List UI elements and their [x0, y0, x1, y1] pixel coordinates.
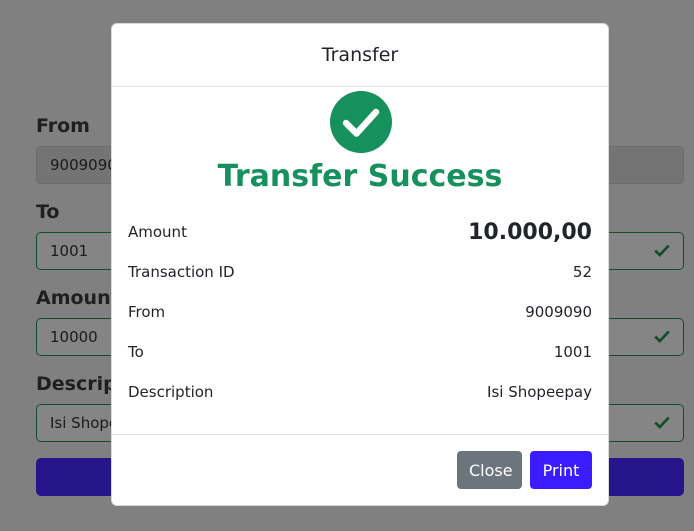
detail-row-description: Description Isi Shopeepay — [128, 380, 592, 404]
description-detail-label: Description — [128, 383, 214, 401]
print-button[interactable]: Print — [530, 451, 592, 489]
detail-row-amount: Amount 10.000,00 — [128, 219, 592, 245]
detail-row-transaction-id: Transaction ID 52 — [128, 260, 592, 284]
transaction-id-label: Transaction ID — [128, 263, 235, 281]
close-button[interactable]: Close — [457, 451, 522, 489]
description-detail-value: Isi Shopeepay — [487, 383, 592, 401]
detail-row-to: To 1001 — [128, 340, 592, 364]
amount-detail-value: 10.000,00 — [468, 219, 592, 245]
to-detail-value: 1001 — [553, 343, 592, 361]
amount-detail-label: Amount — [128, 223, 187, 241]
modal-body: Transfer Success Amount 10.000,00 Transa… — [112, 87, 608, 436]
from-detail-value: 9009090 — [525, 303, 592, 321]
transaction-id-value: 52 — [572, 263, 592, 281]
to-detail-label: To — [128, 343, 144, 361]
detail-row-from: From 9009090 — [128, 300, 592, 324]
modal-title: Transfer — [321, 44, 399, 66]
modal-header: Transfer — [112, 24, 608, 87]
transfer-modal: Transfer Transfer Success Amount 10.000,… — [111, 23, 609, 506]
modal-footer: Close Print — [112, 434, 608, 505]
check-circle-icon — [330, 91, 392, 153]
success-message: Transfer Success — [217, 159, 503, 194]
from-detail-label: From — [128, 303, 166, 321]
